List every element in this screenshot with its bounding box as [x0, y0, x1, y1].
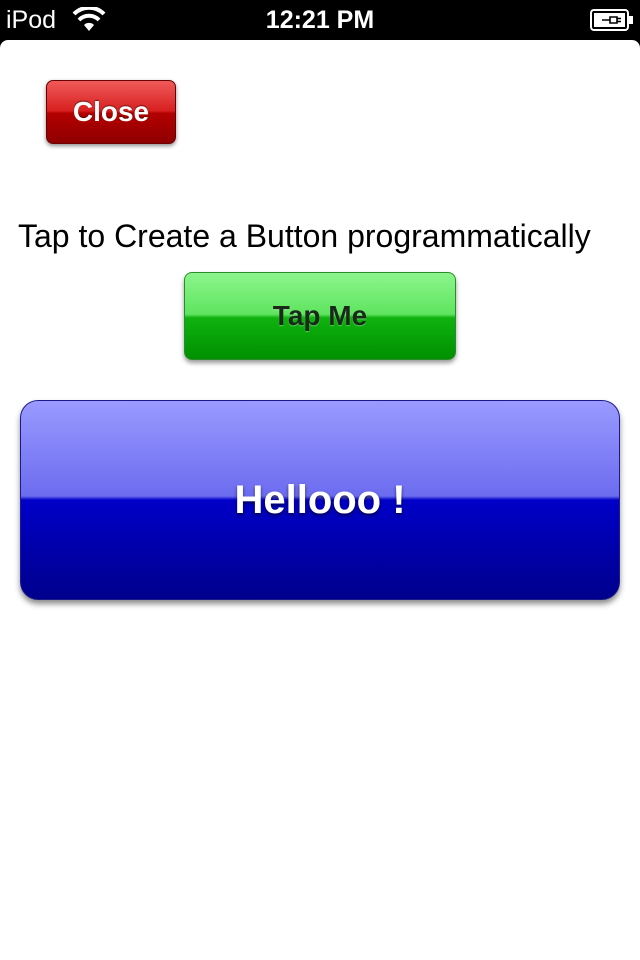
app-view: Close Tap to Create a Button programmati… — [0, 40, 640, 960]
instruction-label: Tap to Create a Button programmatically — [18, 218, 591, 254]
tap-me-button[interactable]: Tap Me — [184, 272, 456, 360]
close-button[interactable]: Close — [46, 80, 176, 144]
hello-button[interactable]: Hellooo ! — [20, 400, 620, 600]
status-bar: iPod 12:21 PM — [0, 0, 640, 40]
status-time: 12:21 PM — [265, 6, 375, 34]
battery-charging-icon — [590, 9, 633, 31]
